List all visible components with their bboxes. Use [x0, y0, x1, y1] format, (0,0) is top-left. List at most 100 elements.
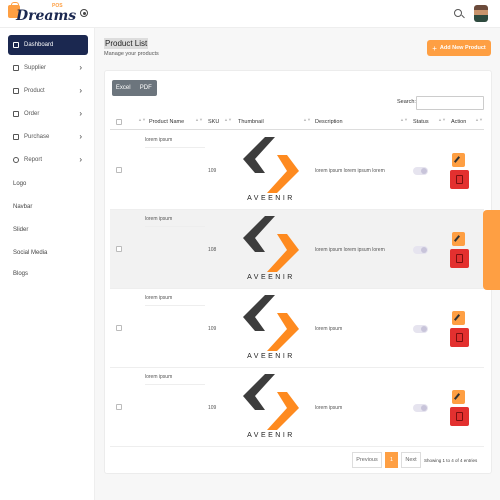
row-checkbox[interactable] — [116, 246, 122, 252]
row-checkbox[interactable] — [116, 167, 122, 173]
product-sku: 109 — [208, 405, 217, 411]
edit-button[interactable] — [452, 232, 465, 246]
product-thumbnail: AVEENIR — [235, 214, 307, 286]
column-product-name[interactable]: Product Name — [149, 119, 184, 125]
sidebar-item-label: Product — [24, 88, 45, 94]
next-page-button[interactable]: Next — [401, 452, 421, 468]
page-number-button[interactable]: 1 — [385, 452, 398, 468]
purchase-icon — [13, 134, 19, 140]
pencil-icon — [453, 314, 461, 321]
sidebar-link-blogs[interactable]: Blogs — [13, 271, 28, 277]
search-icon[interactable] — [454, 9, 462, 17]
export-buttons: Excel PDF — [112, 80, 157, 96]
pencil-icon — [453, 393, 461, 400]
delete-button[interactable] — [450, 249, 469, 268]
thumbnail-caption: AVEENIR — [247, 353, 295, 360]
status-toggle[interactable] — [413, 404, 428, 412]
product-description: lorem ipsum lorem ipsum lorem — [315, 247, 385, 253]
dreams-pos-logo[interactable]: Dreams POS — [8, 2, 76, 24]
sidebar-item-order[interactable]: Order › — [8, 104, 88, 124]
supplier-icon — [13, 65, 19, 71]
customizer-tab[interactable] — [483, 210, 500, 290]
chevron-right-icon: › — [79, 155, 82, 164]
pdf-export-button[interactable]: PDF — [135, 80, 158, 96]
aveenir-logo-icon — [243, 295, 299, 351]
sort-icon[interactable]: ▲▼ — [438, 118, 446, 122]
search-input[interactable] — [416, 96, 484, 110]
thumbnail-caption: AVEENIR — [247, 274, 295, 281]
sidebar-link-social-media[interactable]: Social Media — [13, 250, 47, 256]
sort-icon[interactable]: ▲▼ — [138, 118, 146, 122]
page-subtitle: Manage your products — [104, 51, 159, 57]
logo-pos: POS — [52, 3, 63, 9]
sidebar-link-navbar[interactable]: Navbar — [13, 204, 32, 210]
trash-icon — [456, 333, 463, 342]
thumbnail-caption: AVEENIR — [247, 432, 295, 439]
product-thumbnail: AVEENIR — [235, 135, 307, 207]
aveenir-logo-icon — [243, 137, 299, 193]
table-row: lorem ipsum 109 AVEENIR lorem ipsum — [110, 368, 484, 447]
sidebar-link-logo[interactable]: Logo — [13, 181, 26, 187]
row-checkbox[interactable] — [116, 404, 122, 410]
status-toggle[interactable] — [413, 246, 428, 254]
sidebar-item-purchase[interactable]: Purchase › — [8, 127, 88, 147]
sidebar-link-slider[interactable]: Slider — [13, 227, 28, 233]
product-description: lorem ipsum — [315, 326, 343, 332]
delete-button[interactable] — [450, 407, 469, 426]
aveenir-logo-icon — [243, 216, 299, 272]
row-checkbox[interactable] — [116, 325, 122, 331]
pagination-info: Showing 1 to 4 of 4 entries — [424, 458, 478, 463]
sort-icon[interactable]: ▲▼ — [400, 118, 408, 122]
column-sku[interactable]: SKU — [208, 119, 219, 125]
excel-export-button[interactable]: Excel — [112, 80, 135, 96]
pencil-icon — [453, 156, 461, 163]
product-description: lorem ipsum lorem ipsum lorem — [315, 168, 385, 174]
product-sku: 109 — [208, 326, 217, 332]
logo-name: Dreams — [16, 8, 77, 24]
sort-icon[interactable]: ▲▼ — [224, 118, 232, 122]
sidebar-item-label: Report — [24, 157, 43, 163]
sort-icon[interactable]: ▲▼ — [195, 118, 203, 122]
report-icon — [13, 157, 19, 163]
aveenir-logo-icon — [243, 374, 299, 430]
sidebar-item-product[interactable]: Product › — [8, 81, 88, 101]
page-title: Product List — [104, 38, 149, 49]
table-row: lorem ipsum 108 AVEENIR lorem ipsum lore… — [110, 210, 484, 289]
previous-page-button[interactable]: Previous — [352, 452, 382, 468]
delete-button[interactable] — [450, 170, 469, 189]
sidebar: Dashboard Supplier › Product › Order › P… — [0, 28, 95, 500]
status-toggle[interactable] — [413, 167, 428, 175]
sidebar-item-label: Dashboard — [24, 42, 54, 48]
table-header: ▲▼ Product Name ▲▼ SKU ▲▼ Thumbnail ▲▼ D… — [110, 114, 484, 130]
product-thumbnail: AVEENIR — [235, 293, 307, 365]
product-name: lorem ipsum — [145, 374, 205, 385]
sidebar-item-dashboard[interactable]: Dashboard — [8, 35, 88, 55]
chevron-right-icon: › — [79, 132, 82, 141]
column-status[interactable]: Status — [413, 119, 429, 125]
sidebar-item-report[interactable]: Report › — [8, 150, 88, 170]
product-name: lorem ipsum — [145, 137, 205, 148]
sort-icon[interactable]: ▲▼ — [475, 118, 483, 122]
sort-icon[interactable]: ▲▼ — [303, 118, 311, 122]
column-description[interactable]: Description — [315, 119, 343, 125]
edit-button[interactable] — [452, 390, 465, 404]
home-icon — [13, 42, 19, 48]
product-name: lorem ipsum — [145, 216, 205, 227]
edit-button[interactable] — [452, 311, 465, 325]
edit-button[interactable] — [452, 153, 465, 167]
chevron-right-icon: › — [79, 109, 82, 118]
sidebar-toggle-icon[interactable] — [80, 9, 88, 17]
avatar[interactable] — [474, 5, 488, 22]
product-name: lorem ipsum — [145, 295, 205, 306]
column-thumbnail[interactable]: Thumbnail — [238, 119, 264, 125]
select-all-checkbox[interactable] — [116, 119, 122, 125]
add-new-product-button[interactable]: + Add New Product — [427, 40, 491, 56]
chevron-right-icon: › — [79, 86, 82, 95]
column-action[interactable]: Action — [451, 119, 466, 125]
product-icon — [13, 88, 19, 94]
delete-button[interactable] — [450, 328, 469, 347]
sidebar-item-supplier[interactable]: Supplier › — [8, 58, 88, 78]
status-toggle[interactable] — [413, 325, 428, 333]
chevron-right-icon: › — [79, 63, 82, 72]
sidebar-item-label: Order — [24, 111, 40, 117]
